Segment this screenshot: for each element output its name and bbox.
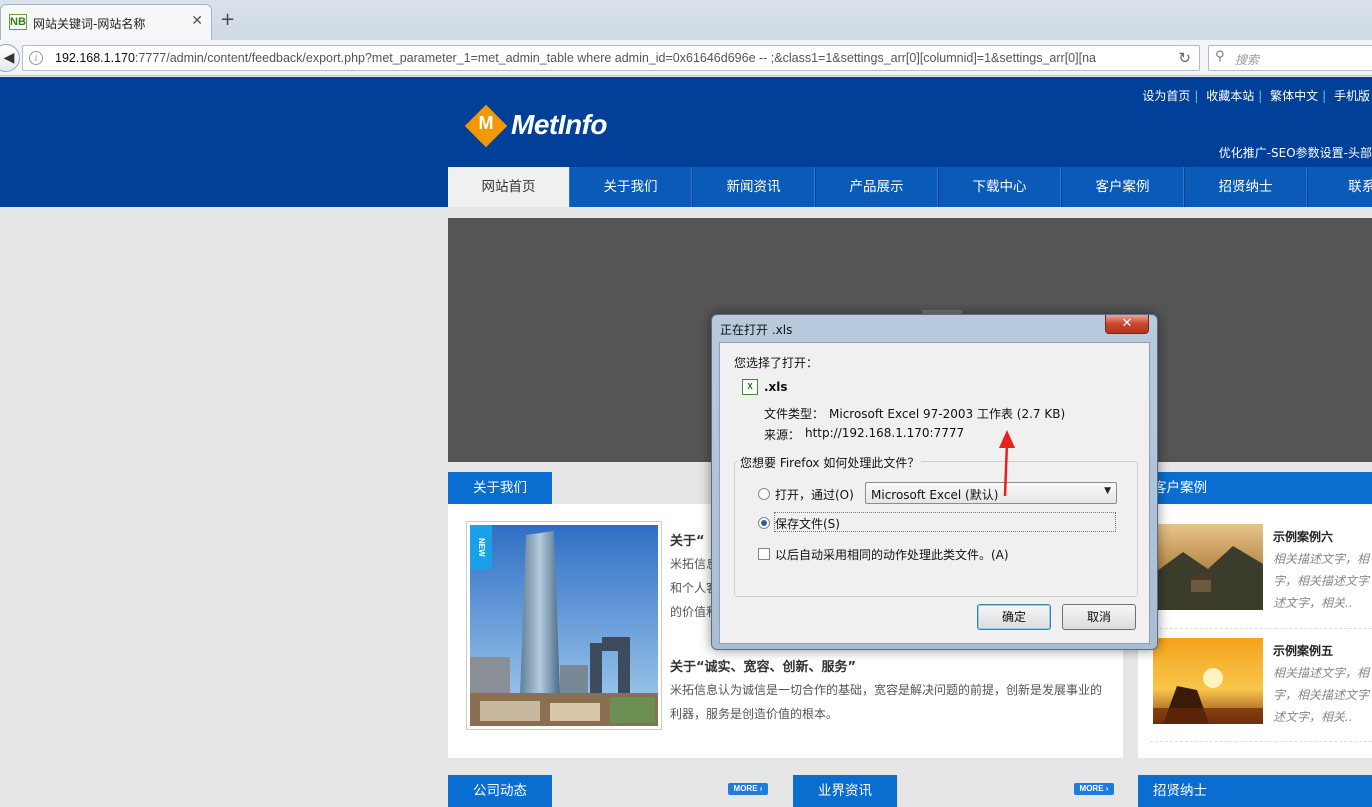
site-header: M MetInfo 设为首页 | 收藏本站 | 繁体中文 | 手机版 优化推广-SEO… [0,77,1372,207]
nav-download[interactable]: 下载中心 [939,167,1061,207]
case-title[interactable]: 示例案例五 [1273,642,1333,659]
tab-close-icon[interactable]: ✕ [191,13,203,29]
bookmark-link[interactable]: 收藏本站 [1206,89,1254,103]
dropdown-arrow-icon: ▼ [1104,486,1111,496]
source-label: 来源： [764,428,801,442]
main-nav: 网站首页 关于我们 新闻资讯 产品展示 下载中心 客户案例 招贤纳士 联系我 [448,167,1372,207]
download-dialog: 正在打开 .xls ✕ 您选择了打开： X .xls 文件类型： Microso… [711,314,1158,650]
tab-title: 网站关键词-网站名称 [33,17,146,31]
about-image[interactable]: NEW [466,521,662,730]
about-para-line-2: 利器，服务是创造价值的根本。 [670,707,839,721]
new-badge: NEW [470,525,492,569]
news-tab[interactable]: 公司动态 [448,775,552,807]
you-chose-label: 您选择了打开： [734,356,819,370]
top-links: 设为首页 | 收藏本站 | 繁体中文 | 手机版 [1142,89,1370,103]
remember-checkbox[interactable] [758,548,770,560]
about-heading-2[interactable]: 关于“诚实、宽容、创新、服务” [670,656,856,675]
file-type-label: 文件类型： [764,407,825,421]
browser-tab-bar: NB 网站关键词-网站名称 ✕ + [0,0,1372,40]
site-favicon-icon: NB [9,14,27,30]
url-bar[interactable]: i 192.168.1.170:7777/admin/content/feedb… [22,45,1200,71]
red-arrow-annotation [999,430,1015,497]
case-image[interactable] [1153,638,1263,724]
nav-jobs[interactable]: 招贤纳士 [1185,167,1307,207]
cancel-button[interactable]: 取消 [1062,604,1136,630]
file-type-value: Microsoft Excel 97-2003 工作表 (2.7 KB) [829,407,1066,421]
cases-tab[interactable]: 客户案例 [1138,472,1372,504]
browser-nav-bar: ◀ i 192.168.1.170:7777/admin/content/fee… [0,40,1372,76]
case-image[interactable] [1153,524,1263,610]
industry-tab[interactable]: 业界资讯 [793,775,897,807]
save-file-radio[interactable] [758,517,770,529]
divider [1150,628,1372,629]
nav-news[interactable]: 新闻资讯 [693,167,815,207]
excel-file-icon: X [742,379,758,395]
open-with-label[interactable]: 打开，通过(O) [775,486,854,503]
source-value: http://192.168.1.170:7777 [805,426,965,440]
action-question: 您想要 Firefox 如何处理此文件？ [738,454,922,471]
search-bar[interactable]: ⚲ 搜索 [1208,45,1372,71]
nav-contact[interactable]: 联系我 [1308,167,1372,207]
dialog-body: 您选择了打开： X .xls 文件类型： Microsoft Excel 97-… [719,342,1150,644]
divider [1150,741,1372,742]
mobile-link[interactable]: 手机版 [1334,89,1370,103]
url-text[interactable]: 192.168.1.170:7777/admin/content/feedbac… [55,51,1096,65]
case-item[interactable]: 示例案例六 相关描述文字，相 字，相关描述文字 述文字，相关.. [1153,524,1372,624]
case-desc: 相关描述文字，相 字，相关描述文字 述文字，相关.. [1273,666,1370,724]
industry-more-button[interactable]: MORE › [1074,783,1114,795]
open-with-radio[interactable] [758,488,770,500]
open-with-app-select[interactable]: Microsoft Excel (默认) ▼ [865,482,1117,504]
traditional-chinese-link[interactable]: 繁体中文 [1270,89,1318,103]
dialog-title: 正在打开 .xls [720,323,793,337]
back-button[interactable]: ◀ [0,44,20,72]
search-icon: ⚲ [1215,49,1225,64]
seo-text: 优化推广-SEO参数设置-头部 [1218,146,1372,160]
nav-about[interactable]: 关于我们 [570,167,692,207]
about-para-line-1: 米拓信息认为诚信是一切合作的基础，宽容是解决问题的前提，创新是发展事业的 [670,683,1103,697]
news-more-button[interactable]: MORE › [728,783,768,795]
nav-cases[interactable]: 客户案例 [1062,167,1184,207]
remember-label[interactable]: 以后自动采用相同的动作处理此类文件。(A) [775,546,1009,563]
search-input[interactable]: 搜索 [1235,51,1259,68]
reload-icon[interactable]: ↻ [1178,49,1191,67]
case-title[interactable]: 示例案例六 [1273,528,1333,545]
browser-tab[interactable]: NB 网站关键词-网站名称 ✕ [0,4,212,40]
save-file-label[interactable]: 保存文件(S) [775,515,840,532]
dialog-close-button[interactable]: ✕ [1105,315,1149,334]
case-desc: 相关描述文字，相 字，相关描述文字 述文字，相关.. [1273,552,1370,610]
set-homepage-link[interactable]: 设为首页 [1142,89,1190,103]
file-name: .xls [764,380,788,394]
about-tab[interactable]: 关于我们 [448,472,552,504]
nav-products[interactable]: 产品展示 [816,167,938,207]
nav-home[interactable]: 网站首页 [448,167,570,207]
about-heading-1: 关于“ [670,534,705,549]
case-item[interactable]: 示例案例五 相关描述文字，相 字，相关描述文字 述文字，相关.. [1153,638,1372,738]
jobs-tab[interactable]: 招贤纳士 [1138,775,1372,807]
new-tab-icon[interactable]: + [220,10,235,30]
ok-button[interactable]: 确定 [977,604,1051,630]
info-icon[interactable]: i [29,51,43,65]
